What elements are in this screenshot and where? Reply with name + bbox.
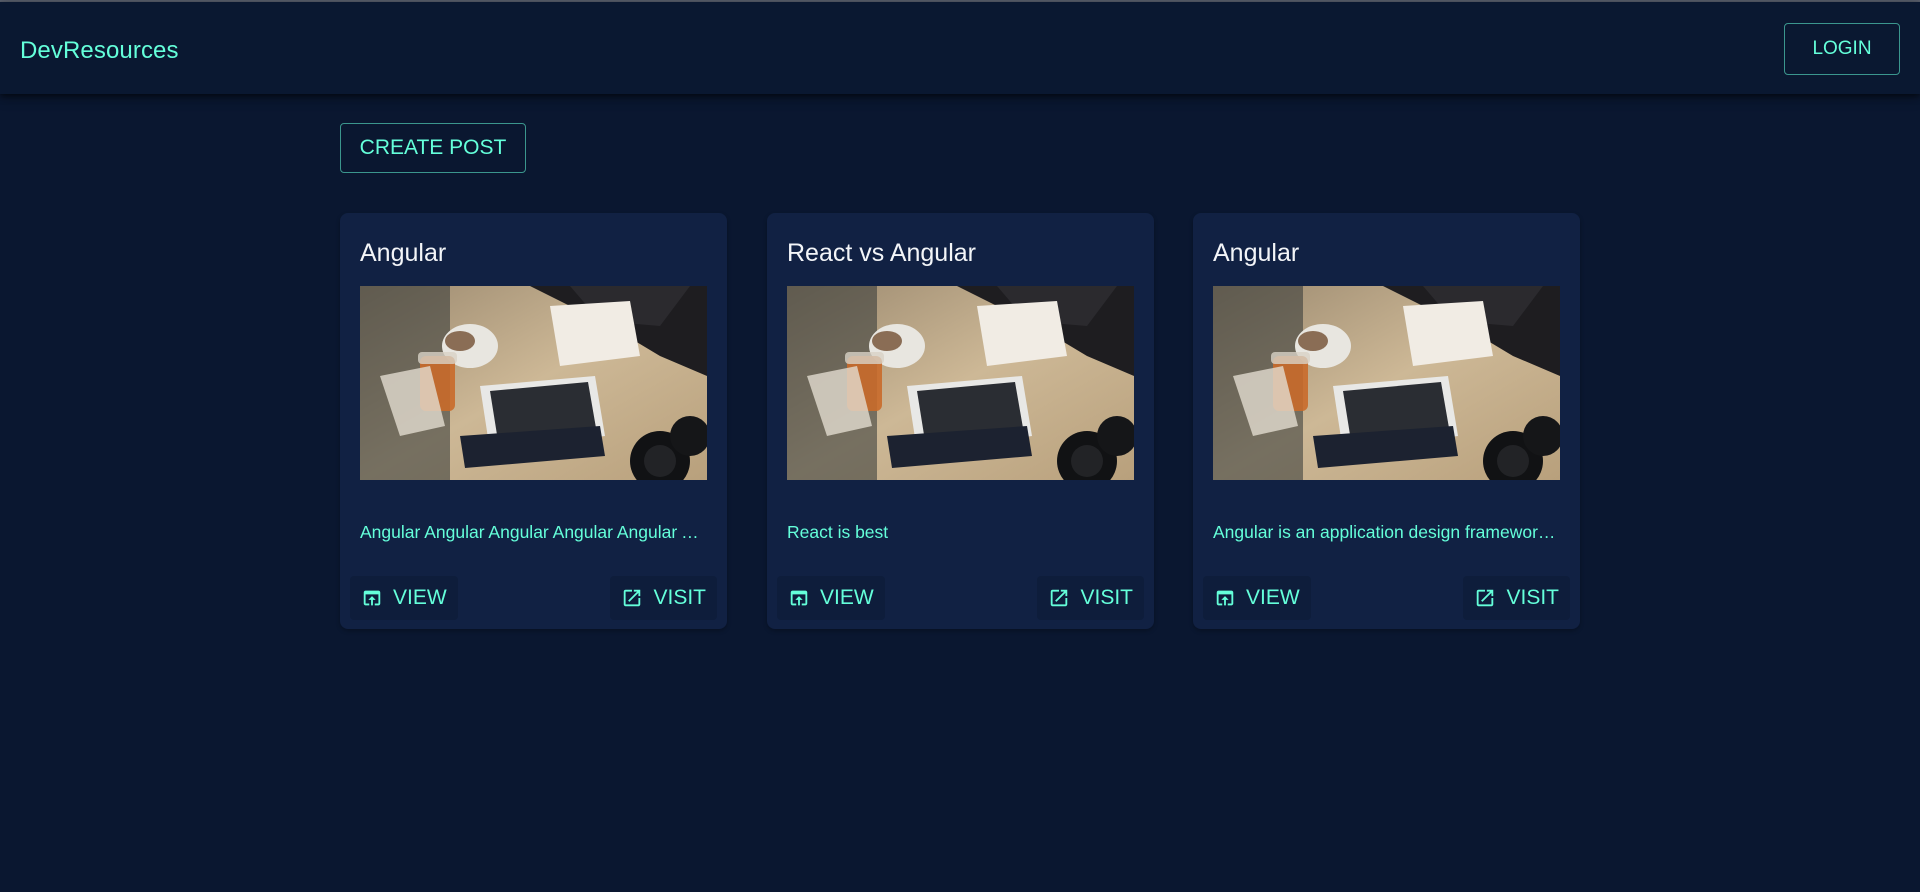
desk-photo [360,286,707,480]
login-button[interactable]: LOGIN [1784,23,1900,75]
post-description: Angular is an application design framewo… [1213,522,1560,542]
view-button-label: VIEW [1246,586,1300,609]
post-title: React vs Angular [787,239,976,267]
post-description: React is best [787,522,889,542]
brand-logo[interactable]: DevResources [20,37,179,65]
app-bar: DevResources LOGIN [0,2,1920,94]
visit-button[interactable]: VISIT [1037,576,1144,620]
view-button-label: VIEW [393,586,447,609]
desk-photo [1213,286,1560,480]
open-in-browser-icon [1214,587,1236,609]
open-in-new-icon [1474,587,1496,609]
open-in-browser-icon [788,587,810,609]
open-in-new-icon [621,587,643,609]
post-image [787,286,1134,480]
create-post-button[interactable]: CREATE POST [340,123,526,173]
desk-photo [787,286,1134,480]
view-button[interactable]: VIEW [777,576,885,620]
visit-button[interactable]: VISIT [1463,576,1570,620]
post-card: Angular Angular is an application design… [1193,213,1580,629]
post-card: React vs Angular React is best VIEW VISI… [767,213,1154,629]
post-description: Angular Angular Angular Angular Angular … [360,522,707,542]
post-title: Angular [360,239,447,267]
view-button[interactable]: VIEW [350,576,458,620]
view-button[interactable]: VIEW [1203,576,1311,620]
post-image [1213,286,1560,480]
post-image [360,286,707,480]
view-button-label: VIEW [820,586,874,609]
open-in-new-icon [1048,587,1070,609]
visit-button[interactable]: VISIT [610,576,717,620]
post-title: Angular [1213,239,1300,267]
post-card: Angular Angular Angular Angular Angular … [340,213,727,629]
visit-button-label: VISIT [1506,586,1559,609]
open-in-browser-icon [361,587,383,609]
visit-button-label: VISIT [1080,586,1133,609]
visit-button-label: VISIT [653,586,706,609]
